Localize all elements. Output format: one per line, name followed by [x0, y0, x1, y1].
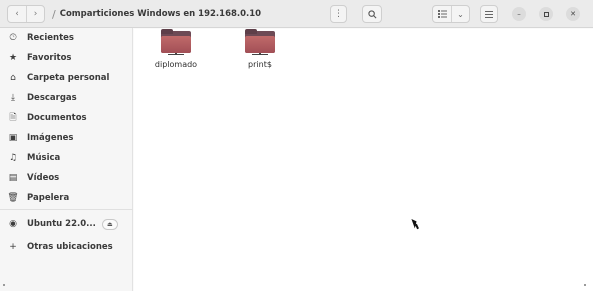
sidebar-item-label: Documentos	[27, 113, 87, 123]
sidebar-item-recientes[interactable]: 🕒︎ Recientes	[0, 29, 133, 47]
file-name: diplomado	[154, 60, 198, 69]
chevron-down-icon: ⌄	[457, 9, 464, 19]
sidebar-item-label: Recientes	[27, 33, 74, 43]
network-folder-icon	[245, 29, 275, 55]
header-bar: ‹ › / Comparticiones Windows en 192.168.…	[0, 0, 593, 28]
search-button[interactable]	[362, 5, 382, 23]
vertical-dots-icon: ⋮	[334, 9, 343, 19]
close-button[interactable]: ✕	[566, 7, 580, 21]
sidebar-item-favoritos[interactable]: ★ Favoritos	[0, 49, 133, 67]
video-icon: ▤	[8, 173, 18, 183]
sidebar-item-label: Música	[27, 153, 61, 163]
search-icon	[367, 9, 376, 18]
trash-icon: 🗑︎	[7, 193, 19, 203]
chevron-left-icon: ‹	[15, 9, 19, 19]
maximize-icon	[543, 11, 549, 17]
location-menu-button[interactable]: ⋮	[330, 5, 347, 23]
image-icon: ▣	[8, 133, 18, 143]
eject-button[interactable]: ⏏	[101, 218, 118, 230]
minimize-button[interactable]: –	[512, 7, 526, 21]
main-menu-button[interactable]	[480, 5, 498, 23]
sidebar-item-label: Favoritos	[27, 53, 72, 63]
plus-icon: +	[9, 242, 17, 252]
forward-button[interactable]: ›	[26, 6, 44, 22]
view-options-button[interactable]: ⌄	[451, 6, 469, 22]
navigation-buttons: ‹ ›	[7, 5, 45, 23]
disc-icon: ◉	[9, 219, 17, 229]
sidebar: 🕒︎ Recientes ★ Favoritos ⌂ Carpeta perso…	[0, 28, 133, 291]
hamburger-menu-icon	[485, 10, 493, 18]
sidebar-item-label: Papelera	[27, 193, 70, 203]
path-separator: /	[52, 7, 56, 21]
sidebar-item-label: Imágenes	[27, 133, 74, 143]
sidebar-item-papelera[interactable]: 🗑︎ Papelera	[0, 189, 133, 207]
sidebar-item-label: Carpeta personal	[27, 73, 110, 83]
back-button[interactable]: ‹	[8, 6, 26, 22]
minimize-icon: –	[517, 10, 521, 18]
sidebar-item-videos[interactable]: ▤ Vídeos	[0, 169, 133, 187]
chevron-right-icon: ›	[33, 9, 38, 19]
clock-icon: 🕒︎	[9, 33, 17, 43]
sidebar-item-descargas[interactable]: ⤓ Descargas	[0, 89, 133, 107]
sidebar-item-documentos[interactable]: 🗎︎ Documentos	[0, 109, 133, 127]
current-location-label[interactable]: Comparticiones Windows en 192.168.0.10	[60, 9, 261, 19]
file-item-print[interactable]: print$	[224, 29, 296, 69]
file-view[interactable]: diplomado print$	[134, 29, 582, 291]
path-bar[interactable]: / Comparticiones Windows en 192.168.0.10	[52, 5, 261, 23]
window-edge	[582, 29, 593, 291]
list-view-icon	[437, 10, 447, 18]
sidebar-item-label: Descargas	[27, 93, 77, 103]
file-manager-window: ‹ › / Comparticiones Windows en 192.168.…	[0, 0, 593, 291]
resize-corner-left	[3, 284, 5, 286]
music-icon: ♫	[8, 153, 18, 163]
close-icon: ✕	[570, 10, 576, 18]
sidebar-divider	[0, 209, 133, 210]
sidebar-item-carpeta-personal[interactable]: ⌂ Carpeta personal	[0, 69, 133, 87]
sidebar-item-label: Vídeos	[27, 173, 60, 183]
eject-icon: ⏏	[106, 220, 113, 228]
file-name: print$	[248, 60, 272, 69]
file-item-diplomado[interactable]: diplomado	[140, 29, 212, 69]
download-icon: ⤓	[11, 93, 15, 103]
sidebar-item-imagenes[interactable]: ▣ Imágenes	[0, 129, 133, 147]
resize-corner-right	[584, 284, 586, 286]
maximize-button[interactable]	[539, 7, 553, 21]
sidebar-item-label: Ubuntu 22.0...	[27, 219, 96, 229]
sidebar-item-otras-ubicaciones[interactable]: + Otras ubicaciones	[0, 238, 133, 256]
list-view-button[interactable]	[433, 6, 451, 22]
document-icon: 🗎︎	[9, 113, 17, 123]
sidebar-item-musica[interactable]: ♫ Música	[0, 149, 133, 167]
star-icon: ★	[8, 53, 18, 63]
home-icon: ⌂	[10, 73, 16, 83]
network-folder-icon	[161, 29, 191, 55]
view-switcher: ⌄	[432, 5, 470, 23]
sidebar-item-ubuntu-drive[interactable]: ◉ Ubuntu 22.0... ⏏	[0, 215, 133, 233]
sidebar-item-label: Otras ubicaciones	[27, 242, 113, 252]
